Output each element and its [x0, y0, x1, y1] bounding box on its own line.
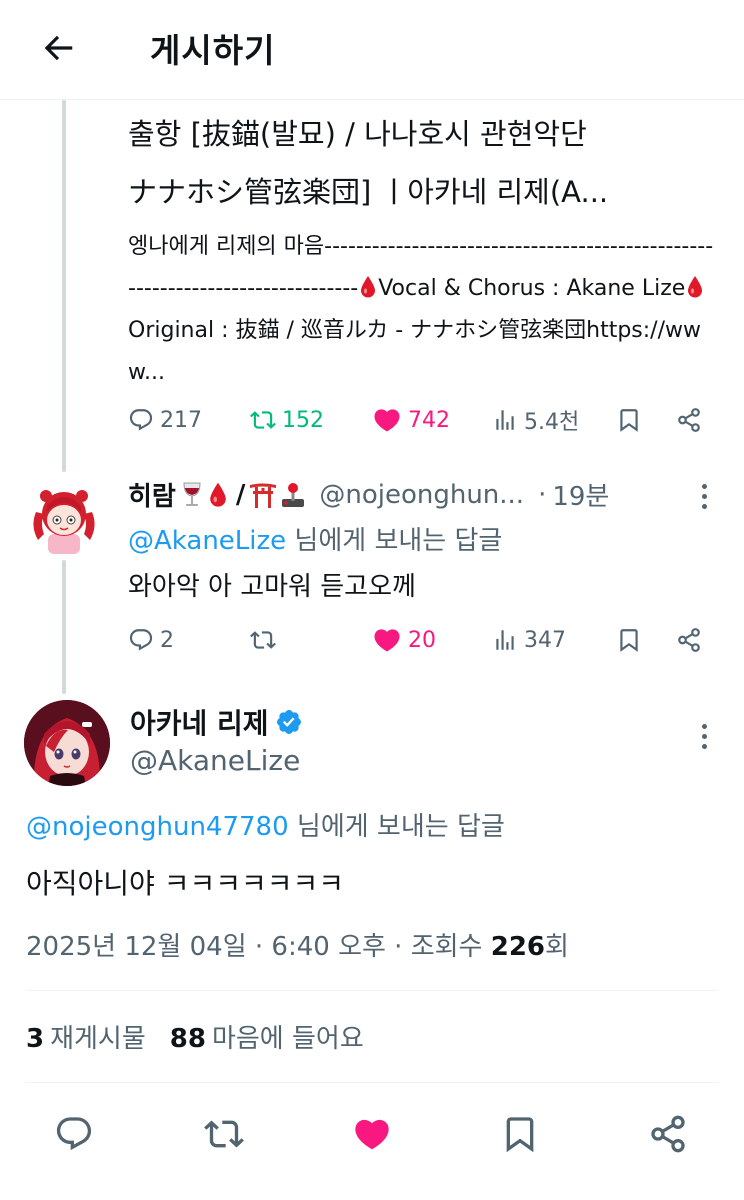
main-author-name[interactable]: 아카네 리제: [130, 702, 303, 742]
blood-drop-icon: [688, 276, 703, 298]
link-card-title-line2[interactable]: ナナホシ管弦楽団] ㅣ아카네 리제(A...: [128, 164, 608, 220]
reply-button[interactable]: [52, 1112, 96, 1156]
like-button[interactable]: [350, 1112, 394, 1156]
reply-icon: [56, 1117, 92, 1151]
heart-icon: [374, 629, 400, 652]
reply-action-bar: 2 20 347: [128, 618, 718, 662]
views-unit: 회: [545, 932, 569, 962]
bottom-action-bar: [0, 1106, 744, 1162]
avatar[interactable]: [26, 478, 102, 558]
like-count: 20: [408, 627, 436, 653]
reply-count: 217: [160, 407, 202, 433]
reply-timestamp[interactable]: 19분: [552, 476, 609, 513]
bookmark-icon: [620, 629, 638, 652]
like-button[interactable]: 20: [372, 625, 492, 655]
share-button[interactable]: [646, 1112, 690, 1156]
verified-badge-icon: [276, 710, 301, 734]
reply-button[interactable]: 2: [128, 627, 250, 653]
likes-stat[interactable]: 88 마음에 들어요: [170, 1024, 364, 1054]
views-icon: [496, 630, 514, 650]
main-author-name-text: 아카네 리제: [130, 707, 269, 740]
share-icon: [651, 1115, 685, 1153]
views-button[interactable]: 5.4천: [492, 404, 616, 436]
repost-icon: [250, 411, 276, 429]
main-author-handle[interactable]: @AkaneLize: [130, 744, 300, 777]
bookmark-button[interactable]: [616, 407, 676, 433]
repost-icon: [204, 1120, 244, 1148]
main-tweet-text: 아직아니야 ㅋㅋㅋㅋㅋㅋㅋ: [26, 867, 345, 900]
repost-button[interactable]: [250, 627, 372, 653]
repost-icon: [250, 631, 276, 649]
repost-count: 152: [282, 407, 324, 433]
tweet-metadata: 2025년 12월 04일 · 6:40 오후 · 조회수 226회: [26, 926, 569, 963]
reply-author-name[interactable]: 히람: [128, 476, 176, 513]
repost-button[interactable]: 152: [250, 407, 372, 433]
mention-link[interactable]: @nojeonghun47780: [26, 812, 289, 842]
views-button[interactable]: 347: [492, 627, 616, 653]
reply-to-suffix: 님에게 보내는 답글: [286, 526, 503, 556]
torii-emoji: [250, 483, 277, 508]
share-icon: [678, 408, 700, 432]
reply-icon: [129, 409, 153, 431]
back-arrow-icon[interactable]: [36, 26, 80, 70]
more-icon[interactable]: [692, 478, 716, 514]
like-count: 742: [408, 407, 450, 433]
reply-to-line: @nojeonghun47780 님에게 보내는 답글: [26, 806, 505, 843]
desc-part3: Original : 抜錨 / 巡音ルカ - ナナホシ管弦楽団https://w…: [128, 318, 701, 385]
share-icon: [678, 628, 700, 652]
separator-dot: ·: [538, 479, 547, 510]
wine-glass-emoji: [183, 482, 201, 506]
name-separator: /: [235, 479, 246, 510]
views-count: 347: [524, 627, 566, 653]
views-number: 226: [490, 932, 546, 962]
share-button[interactable]: [676, 407, 716, 433]
views-icon: [496, 410, 514, 430]
engagement-stats: 3 재게시물 88 마음에 들어요: [26, 1018, 364, 1055]
reply-button[interactable]: 217: [128, 407, 250, 433]
more-icon[interactable]: [692, 718, 716, 754]
reply-author-handle[interactable]: @nojeonghun...: [319, 480, 524, 510]
reply-count: 2: [160, 627, 174, 653]
bookmark-button[interactable]: [498, 1112, 542, 1156]
thread-line: [62, 100, 66, 472]
views-count: 5.4천: [524, 410, 580, 435]
bookmark-icon: [506, 1117, 534, 1153]
divider: [26, 1082, 718, 1083]
reposts-stat[interactable]: 3 재게시물: [26, 1024, 146, 1054]
joystick-emoji: [282, 482, 305, 507]
heart-icon: [374, 409, 400, 432]
like-button[interactable]: 742: [372, 405, 492, 435]
parent-action-bar: 217 152 742 5.4천: [128, 398, 718, 442]
avatar[interactable]: [24, 700, 110, 786]
mention-link[interactable]: @AkaneLize: [128, 526, 286, 556]
bookmark-button[interactable]: [616, 627, 676, 653]
reply-to-suffix: 님에게 보내는 답글: [288, 812, 505, 842]
blood-drop-icon: [361, 276, 376, 298]
blood-drop-icon: [210, 482, 226, 507]
reply-icon: [129, 629, 153, 651]
share-button[interactable]: [676, 627, 716, 653]
repost-button[interactable]: [202, 1112, 246, 1156]
link-card-description: 엥나에게 리제의 마음-----------------------------…: [128, 226, 718, 394]
page-title: 게시하기: [150, 31, 276, 70]
heart-icon: [355, 1119, 389, 1150]
reply-text: 와아악 아 고마워 듣고오께: [128, 572, 416, 602]
divider: [26, 990, 718, 991]
thread-line: [62, 560, 66, 694]
timestamp[interactable]: 2025년 12월 04일 · 6:40 오후 · 조회수: [26, 932, 491, 962]
top-bar: 게시하기: [0, 0, 744, 100]
bookmark-icon: [620, 409, 638, 432]
link-card-title-line1[interactable]: 출항 [抜錨(발묘) / 나나호시 관현악단: [128, 106, 587, 162]
reply-header: 히람 / @nojeonghun... · 19분: [128, 476, 609, 513]
reply-to-line: @AkaneLize 님에게 보내는 답글: [128, 520, 502, 557]
desc-part2: Vocal & Chorus : Akane Lize: [378, 276, 686, 301]
